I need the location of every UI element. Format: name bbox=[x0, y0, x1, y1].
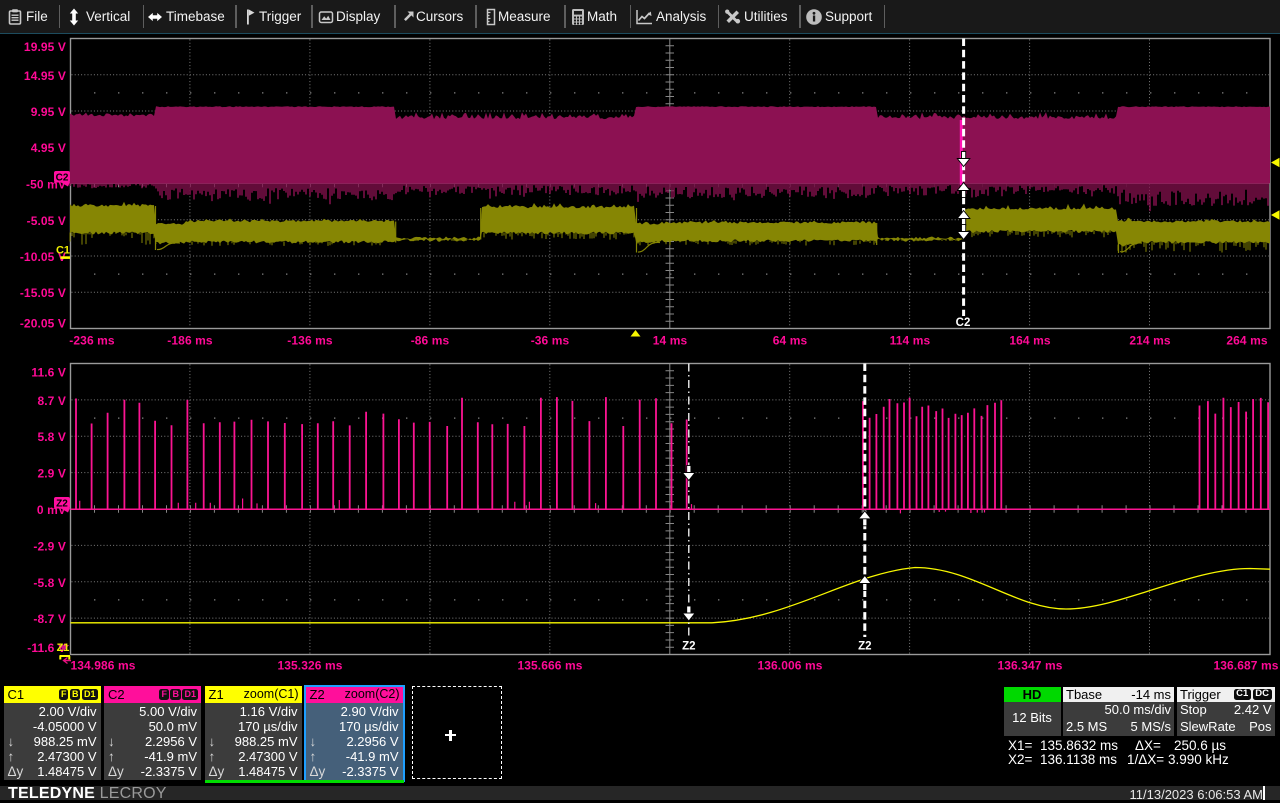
svg-text:-236 ms: -236 ms bbox=[69, 334, 115, 348]
svg-text:9.95 V: 9.95 V bbox=[31, 105, 66, 119]
svg-text:-15.05 V: -15.05 V bbox=[20, 286, 66, 300]
svg-text:136.347 ms: 136.347 ms bbox=[997, 659, 1062, 673]
svg-text:-20.05 V: -20.05 V bbox=[20, 317, 66, 331]
svg-text:264 ms: 264 ms bbox=[1226, 334, 1268, 348]
svg-text:Z2: Z2 bbox=[56, 499, 68, 510]
svg-text:8.7 V: 8.7 V bbox=[37, 394, 66, 408]
svg-text:-86 ms: -86 ms bbox=[411, 334, 450, 348]
svg-text:Z2: Z2 bbox=[682, 641, 695, 653]
svg-text:Z2: Z2 bbox=[858, 641, 871, 653]
svg-text:2.9 V: 2.9 V bbox=[37, 467, 66, 481]
svg-text:135.666 ms: 135.666 ms bbox=[517, 659, 582, 673]
svg-text:114 ms: 114 ms bbox=[890, 334, 931, 348]
svg-text:14.95 V: 14.95 V bbox=[24, 69, 66, 83]
svg-text:-186 ms: -186 ms bbox=[167, 334, 213, 348]
svg-text:-5.8 V: -5.8 V bbox=[33, 576, 66, 590]
svg-text:5.8 V: 5.8 V bbox=[37, 430, 66, 444]
svg-text:14 ms: 14 ms bbox=[653, 334, 688, 348]
svg-text:19.95 V: 19.95 V bbox=[24, 40, 66, 54]
svg-text:-8.7 V: -8.7 V bbox=[33, 612, 66, 626]
svg-text:Z1: Z1 bbox=[57, 642, 70, 654]
svg-text:C2: C2 bbox=[956, 317, 971, 329]
svg-text:135.326 ms: 135.326 ms bbox=[277, 659, 342, 673]
svg-text:134.986 ms: 134.986 ms bbox=[70, 659, 135, 673]
svg-text:214 ms: 214 ms bbox=[1129, 334, 1171, 348]
svg-text:11.6 V: 11.6 V bbox=[31, 366, 66, 380]
svg-text:136.006 ms: 136.006 ms bbox=[757, 659, 822, 673]
svg-text:4.95 V: 4.95 V bbox=[31, 141, 66, 155]
svg-text:164 ms: 164 ms bbox=[1009, 334, 1051, 348]
svg-text:64 ms: 64 ms bbox=[773, 334, 808, 348]
svg-text:-136 ms: -136 ms bbox=[287, 334, 333, 348]
svg-text:136.687 ms: 136.687 ms bbox=[1213, 659, 1278, 673]
svg-text:C1: C1 bbox=[56, 245, 70, 257]
svg-text:-2.9 V: -2.9 V bbox=[33, 539, 66, 553]
svg-text:-5.05 V: -5.05 V bbox=[27, 214, 66, 228]
svg-text:-36 ms: -36 ms bbox=[531, 334, 570, 348]
svg-text:C2: C2 bbox=[56, 173, 69, 184]
